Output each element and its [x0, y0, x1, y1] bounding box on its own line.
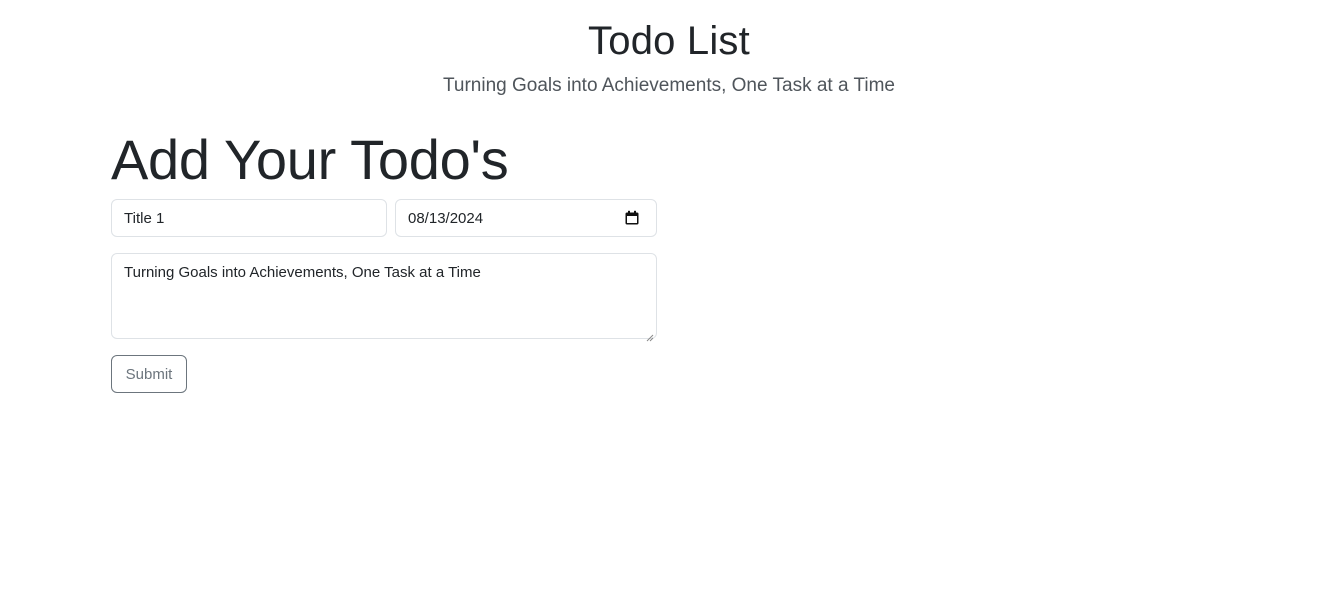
todo-title-value: Title 1 [124, 209, 165, 227]
page-title: Todo List [588, 19, 750, 63]
add-todo-heading: Add Your Todo's [111, 128, 509, 191]
todo-title-input[interactable]: Title 1 [111, 199, 387, 237]
todo-description-value: Turning Goals into Achievements, One Tas… [124, 264, 481, 281]
submit-button[interactable]: Submit [111, 355, 187, 393]
todo-date-input[interactable]: 08/13/2024 [395, 199, 657, 237]
calendar-icon[interactable] [624, 210, 640, 226]
todo-date-value: 08/13/2024 [408, 209, 484, 227]
todo-description-textarea[interactable]: Turning Goals into Achievements, One Tas… [111, 253, 657, 342]
resize-grip-icon[interactable] [646, 328, 654, 342]
page-subtitle: Turning Goals into Achievements, One Tas… [442, 75, 895, 96]
